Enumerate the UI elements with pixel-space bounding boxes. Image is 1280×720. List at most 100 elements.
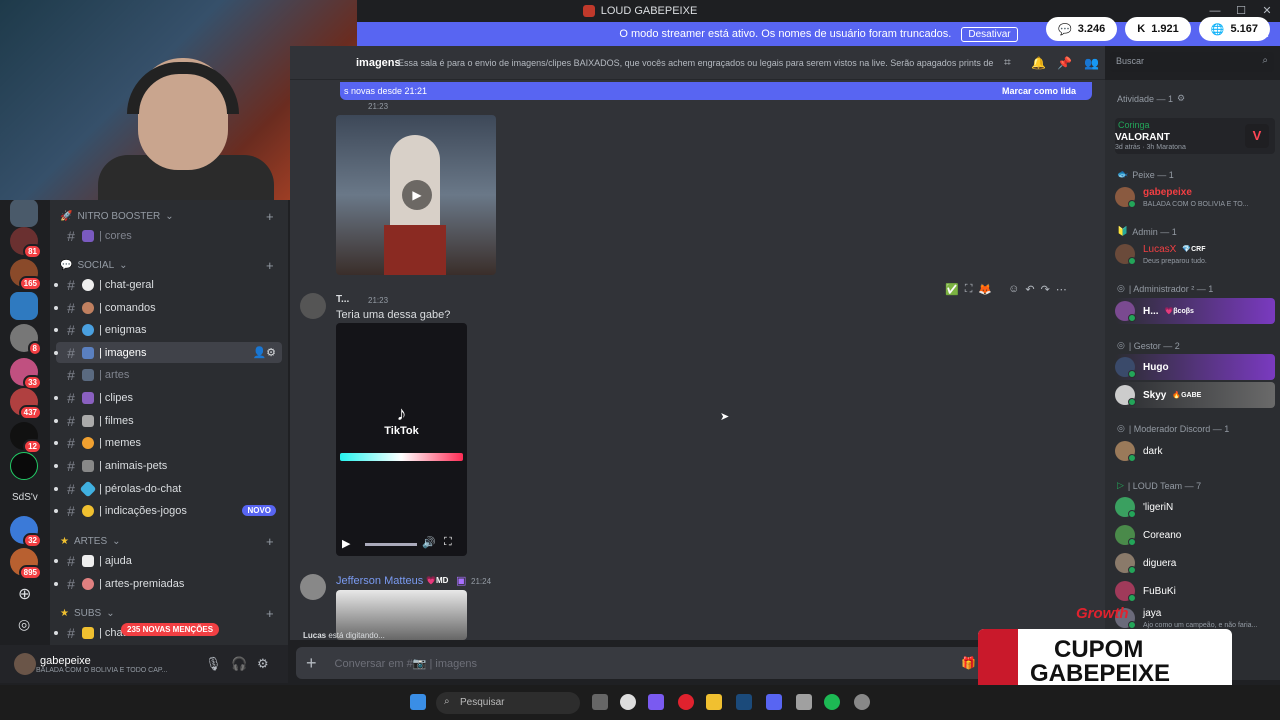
reply-icon[interactable]: ↶ bbox=[1025, 283, 1034, 296]
bell-icon[interactable]: 🔔 bbox=[1031, 56, 1046, 70]
server-icon[interactable]: 12 bbox=[10, 422, 42, 454]
server-icon[interactable]: 32 bbox=[10, 516, 42, 548]
channel-memes[interactable]: # | memes bbox=[54, 432, 282, 453]
spotify-icon[interactable] bbox=[824, 694, 840, 710]
play-icon[interactable]: ▶ bbox=[342, 537, 350, 550]
new-mentions-badge[interactable]: 235 NOVAS MENÇÕES bbox=[121, 623, 220, 636]
avatar[interactable] bbox=[300, 293, 326, 319]
server-icon[interactable]: 165 bbox=[10, 259, 42, 291]
add-reaction-icon[interactable]: ☺ bbox=[1008, 283, 1019, 296]
member-ligerin[interactable]: 'ligeriN bbox=[1115, 494, 1275, 520]
channel-artes-premiadas[interactable]: # | artes-premiadas bbox=[54, 573, 282, 594]
new-messages-bar[interactable]: s novas desde 21:21 Marcar como lida bbox=[340, 82, 1092, 100]
member-skyy[interactable]: Skyy 🔥GABE bbox=[1115, 382, 1275, 408]
channel-indicacoes-jogos[interactable]: # | indicações-jogos NOVO bbox=[54, 500, 282, 521]
member-coreano[interactable]: Coreano bbox=[1115, 522, 1275, 548]
add-channel-icon[interactable]: + bbox=[266, 606, 274, 621]
channel-imagens[interactable]: # | imagens 👤⚙ bbox=[54, 342, 282, 363]
category-artes[interactable]: ★ ARTES ⌄ + bbox=[60, 534, 274, 549]
server-icon[interactable] bbox=[10, 199, 38, 227]
channel-settings-icon[interactable]: 👤⚙ bbox=[252, 346, 276, 359]
select-icon[interactable]: ⛶ bbox=[965, 283, 973, 296]
copilot-icon[interactable] bbox=[648, 694, 664, 710]
channel-artes[interactable]: # | artes bbox=[56, 364, 282, 385]
server-icon[interactable]: 81 bbox=[10, 227, 42, 259]
channel-name: imagens bbox=[356, 56, 401, 69]
channel-emoji-icon bbox=[82, 554, 94, 567]
add-channel-icon[interactable]: + bbox=[266, 209, 274, 224]
avatar[interactable] bbox=[14, 653, 36, 675]
tiktok-video[interactable]: ♪ TikTok ▶ 🔊 ⛶ bbox=[336, 323, 467, 556]
more-icon[interactable]: ⋯ bbox=[1056, 283, 1067, 296]
channel-ajuda[interactable]: # | ajuda bbox=[54, 550, 282, 571]
opera-icon[interactable] bbox=[678, 694, 694, 710]
pin-icon[interactable]: 📌 bbox=[1057, 56, 1072, 70]
windows-start-icon[interactable] bbox=[410, 694, 426, 710]
member-h[interactable]: H... 💗βcoβs bbox=[1115, 298, 1275, 324]
channel-animais-pets[interactable]: # | animais-pets bbox=[54, 455, 282, 476]
category-subs[interactable]: ★ SUBS ⌄ + bbox=[60, 606, 274, 621]
video-thumbnail[interactable]: ▶ bbox=[336, 115, 496, 275]
channel-perolas-do-chat[interactable]: # | pérolas-do-chat bbox=[54, 478, 282, 499]
members-icon[interactable]: 👥 bbox=[1084, 56, 1099, 70]
server-icon[interactable]: 33 bbox=[10, 358, 42, 390]
server-icon[interactable] bbox=[10, 292, 38, 320]
category-social[interactable]: 💬 SOCIAL ⌄ + bbox=[60, 258, 274, 273]
server-label[interactable]: SdS'v bbox=[12, 492, 38, 503]
member-gabepeixe[interactable]: gabepeixe BALADA COM O BOLIVIA E TO... bbox=[1115, 184, 1275, 210]
message-author[interactable]: Jefferson Matteus bbox=[336, 575, 423, 587]
channel-filmes[interactable]: # | filmes bbox=[54, 410, 282, 431]
member-lucasx[interactable]: LucasX 💎CRF Deus preparou tudo. bbox=[1115, 241, 1275, 267]
file-explorer-icon[interactable] bbox=[706, 694, 722, 710]
disable-streamer-button[interactable]: Desativar bbox=[961, 26, 1018, 42]
add-channel-icon[interactable]: + bbox=[266, 534, 274, 549]
check-reaction-icon[interactable]: ✅ bbox=[945, 283, 959, 296]
fullscreen-icon[interactable]: ⛶ bbox=[444, 536, 452, 549]
forward-icon[interactable]: ↷ bbox=[1041, 283, 1050, 296]
twitch-icon: ▣ bbox=[456, 575, 467, 587]
user-settings-icon[interactable]: ⚙ bbox=[257, 656, 269, 672]
channel-enigmas[interactable]: # | enigmas bbox=[54, 319, 282, 340]
avatar[interactable] bbox=[300, 574, 326, 600]
upload-icon[interactable]: + bbox=[306, 653, 317, 674]
threads-icon[interactable]: ⌗ bbox=[1004, 55, 1011, 70]
channel-header: imagens Essa sala é para o envio de imag… bbox=[290, 46, 1105, 80]
channel-clipes[interactable]: # | clipes bbox=[54, 387, 282, 408]
add-server-icon[interactable]: ⊕ bbox=[18, 584, 31, 604]
member-jaya[interactable]: jaya Ajo como um campeão, e não faria... bbox=[1115, 605, 1275, 631]
headphones-icon[interactable]: 🎧 bbox=[231, 656, 247, 672]
member-diguera[interactable]: diguera bbox=[1115, 550, 1275, 576]
member-hugo[interactable]: Hugo bbox=[1115, 354, 1275, 380]
server-icon[interactable]: 895 bbox=[10, 548, 42, 580]
discover-icon[interactable]: ◎ bbox=[18, 616, 30, 633]
task-view-icon[interactable] bbox=[592, 694, 608, 710]
message-author[interactable]: T... bbox=[336, 294, 349, 305]
message-composer[interactable]: + Conversar em #📷 | imagens 🎁 bbox=[296, 647, 1096, 679]
channel-comandos[interactable]: # | comandos bbox=[54, 297, 282, 318]
microphone-icon[interactable]: 🎙 bbox=[205, 656, 222, 672]
channel-chat-geral[interactable]: # | chat-geral bbox=[54, 274, 282, 295]
search-input[interactable]: Buscar ⌕ bbox=[1110, 52, 1274, 72]
app-icon[interactable] bbox=[620, 694, 636, 710]
category-nitro-booster[interactable]: 🚀 NITRO BOOSTER ⌄ + bbox=[60, 209, 274, 224]
channel-topic[interactable]: Essa sala é para o envio de imagens/clip… bbox=[398, 58, 993, 68]
add-channel-icon[interactable]: + bbox=[266, 258, 274, 273]
channel-cores[interactable]: # | cores bbox=[56, 225, 282, 246]
server-icon[interactable] bbox=[10, 452, 38, 480]
emoji-reaction-icon[interactable]: 🦊 bbox=[978, 283, 992, 296]
discord-icon[interactable] bbox=[766, 694, 782, 710]
video-seekbar[interactable] bbox=[365, 543, 417, 546]
app-icon[interactable] bbox=[854, 694, 870, 710]
activity-card[interactable]: Coringa VALORANT 3d atrás · 3h Maratona … bbox=[1115, 118, 1275, 154]
server-icon[interactable]: 437 bbox=[10, 388, 42, 420]
steam-icon[interactable] bbox=[736, 694, 752, 710]
taskbar-search[interactable]: ⌕ Pesquisar bbox=[436, 692, 580, 714]
mark-as-read-button[interactable]: Marcar como lida bbox=[1002, 86, 1076, 96]
play-icon[interactable]: ▶ bbox=[402, 180, 432, 210]
member-fubuki[interactable]: FuBuKi bbox=[1115, 578, 1275, 604]
volume-icon[interactable]: 🔊 bbox=[422, 536, 436, 549]
member-dark[interactable]: dark bbox=[1115, 438, 1275, 464]
server-icon[interactable]: 8 bbox=[10, 324, 42, 356]
app-icon[interactable] bbox=[796, 694, 812, 710]
gift-icon[interactable]: 🎁 bbox=[961, 656, 976, 670]
